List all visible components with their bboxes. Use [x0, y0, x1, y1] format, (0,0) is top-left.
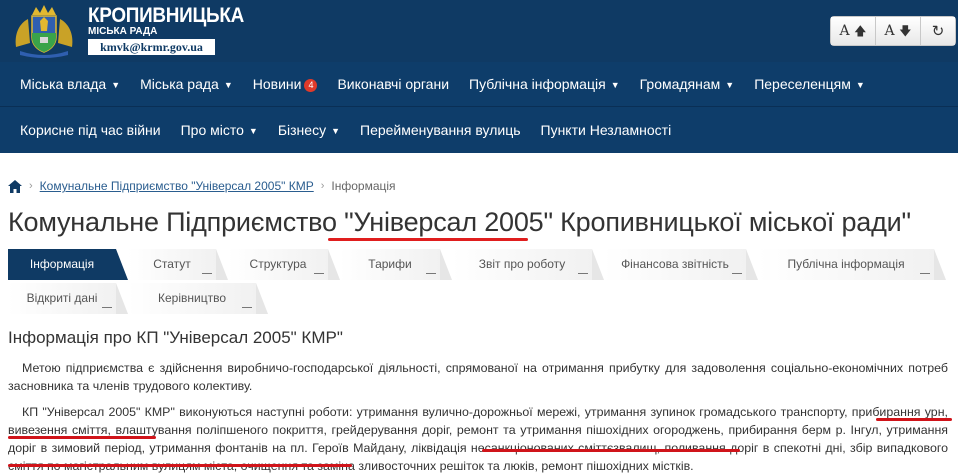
nav-row-secondary: Корисне під час війни Про місто ▼ Бізнесу…: [10, 108, 681, 152]
tab-label: Фінансова звітність: [621, 257, 729, 271]
nav-item-business[interactable]: Бізнесу ▼: [268, 108, 350, 152]
nav-label: Міська влада: [20, 76, 107, 92]
nav-item-about-city[interactable]: Про місто ▼: [171, 108, 268, 152]
nav-label: Про місто: [180, 122, 244, 138]
annotation-underline: [8, 464, 352, 467]
nav-label: Міська рада: [140, 76, 219, 92]
tab-label: Публічна інформація: [787, 257, 905, 271]
font-reset-button[interactable]: ↻: [921, 17, 955, 45]
tab-label: Керівництво: [158, 291, 226, 305]
nav-item-wartime-useful[interactable]: Корисне під час війни: [10, 108, 171, 152]
caret-down-icon: ▼: [331, 126, 340, 137]
breadcrumb: › Комунальне Підприємство "Універсал 200…: [8, 179, 396, 193]
tab-statute[interactable]: Статут: [128, 249, 228, 280]
breadcrumb-separator-icon: ›: [320, 180, 325, 192]
caret-down-icon: ▼: [248, 126, 258, 137]
tab-financial-statements[interactable]: Фінансова звітність: [604, 249, 758, 280]
nav-label: Публічна інформація: [469, 76, 606, 92]
nav-label: Виконавчі органи: [337, 76, 450, 92]
nav-item-citizens[interactable]: Громадянам ▼: [630, 62, 745, 106]
caret-down-icon: ▼: [223, 80, 233, 91]
tab-label: Тарифи: [368, 257, 412, 271]
tab-label: Інформація: [29, 257, 95, 271]
nav-item-resilience-points[interactable]: Пункти Незламності: [531, 108, 682, 152]
home-icon[interactable]: [8, 179, 22, 193]
nav-row-primary: Міська влада ▼ Міська рада ▼ Новини 4 Викон…: [10, 62, 875, 106]
nav-item-executive-bodies[interactable]: Виконавчі органи: [327, 62, 459, 106]
nav-label: Новини: [252, 76, 302, 92]
page-title: Комунальне Підприємство "Універсал 2005"…: [8, 207, 911, 237]
annotation-underline: [8, 436, 156, 439]
tab-label: Статут: [153, 257, 191, 271]
nav-item-city-government[interactable]: Міська влада ▼: [10, 62, 130, 106]
tab-information[interactable]: Інформація: [8, 249, 128, 280]
font-decrease-button[interactable]: A 🡇: [876, 17, 921, 45]
nav-divider: [0, 106, 958, 107]
section-title: Інформація про КП "Універсал 2005" КМР": [8, 328, 343, 347]
email-link[interactable]: kmvk@krmr.gov.ua: [88, 39, 215, 55]
tab-structure[interactable]: Структура: [228, 249, 340, 280]
nav-label: Перейменування вулиць: [360, 122, 521, 138]
nav-item-news[interactable]: Новини 4: [243, 62, 328, 106]
tab-label: Звіт про роботу: [478, 257, 566, 271]
tab-open-data[interactable]: Відкриті дані: [8, 283, 128, 314]
caret-down-icon: ▼: [111, 80, 121, 91]
nav-label: Громадянам: [639, 76, 721, 92]
tab-management[interactable]: Керівництво: [128, 283, 268, 314]
tab-tariffs[interactable]: Тарифи: [340, 249, 452, 280]
city-name[interactable]: КРОПИВНИЦЬКА: [88, 4, 244, 28]
breadcrumb-current: Інформація: [331, 179, 396, 193]
font-increase-button[interactable]: A 🡅: [831, 17, 876, 45]
nav-item-city-council[interactable]: Міська рада ▼: [130, 62, 243, 106]
font-size-toolbar: A 🡅 A 🡇 ↻: [830, 16, 956, 46]
breadcrumb-link-company[interactable]: Комунальне Підприємство "Універсал 2005"…: [40, 179, 314, 193]
nav-item-public-info[interactable]: Публічна інформація ▼: [459, 62, 630, 106]
caret-down-icon: ▼: [725, 80, 735, 91]
caret-down-icon: ▼: [855, 80, 865, 91]
nav-item-street-renaming[interactable]: Перейменування вулиць: [350, 108, 531, 152]
refresh-icon: ↻: [931, 22, 945, 40]
breadcrumb-separator-icon: ›: [29, 180, 33, 192]
annotation-underline: [876, 418, 952, 421]
tab-public-information[interactable]: Публічна інформація: [758, 249, 946, 280]
tab-label: Структура: [249, 257, 307, 271]
nav-label: Бізнесу: [277, 122, 327, 138]
font-increase-label: A: [839, 23, 850, 39]
nav-label: Переселенцям: [754, 76, 851, 92]
nav-item-displaced-persons[interactable]: Переселенцям ▼: [744, 62, 875, 106]
city-emblem-logo[interactable]: [10, 3, 78, 59]
arrow-down-icon: 🡇: [899, 24, 912, 38]
font-decrease-label: A: [884, 23, 895, 39]
arrow-up-icon: 🡅: [854, 24, 867, 38]
news-count-badge: 4: [304, 79, 318, 92]
caret-down-icon: ▼: [610, 80, 620, 91]
nav-label: Корисне під час війни: [20, 122, 161, 138]
nav-label: Пункти Незламності: [540, 122, 672, 138]
tab-work-report[interactable]: Звіт про роботу: [452, 249, 604, 280]
main-navigation: Міська влада ▼ Міська рада ▼ Новини 4 Викон…: [0, 62, 958, 153]
annotation-underline: [482, 449, 740, 452]
city-council-label: МІСЬКА РАДА: [88, 26, 158, 37]
site-header: КРОПИВНИЦЬКА МІСЬКА РАДА kmvk@krmr.gov.u…: [0, 0, 958, 62]
title-annotation-underline: [328, 238, 528, 241]
tab-label: Відкриті дані: [26, 291, 98, 305]
purpose-paragraph: Метою підприємства є здійснення виробнич…: [8, 361, 948, 393]
